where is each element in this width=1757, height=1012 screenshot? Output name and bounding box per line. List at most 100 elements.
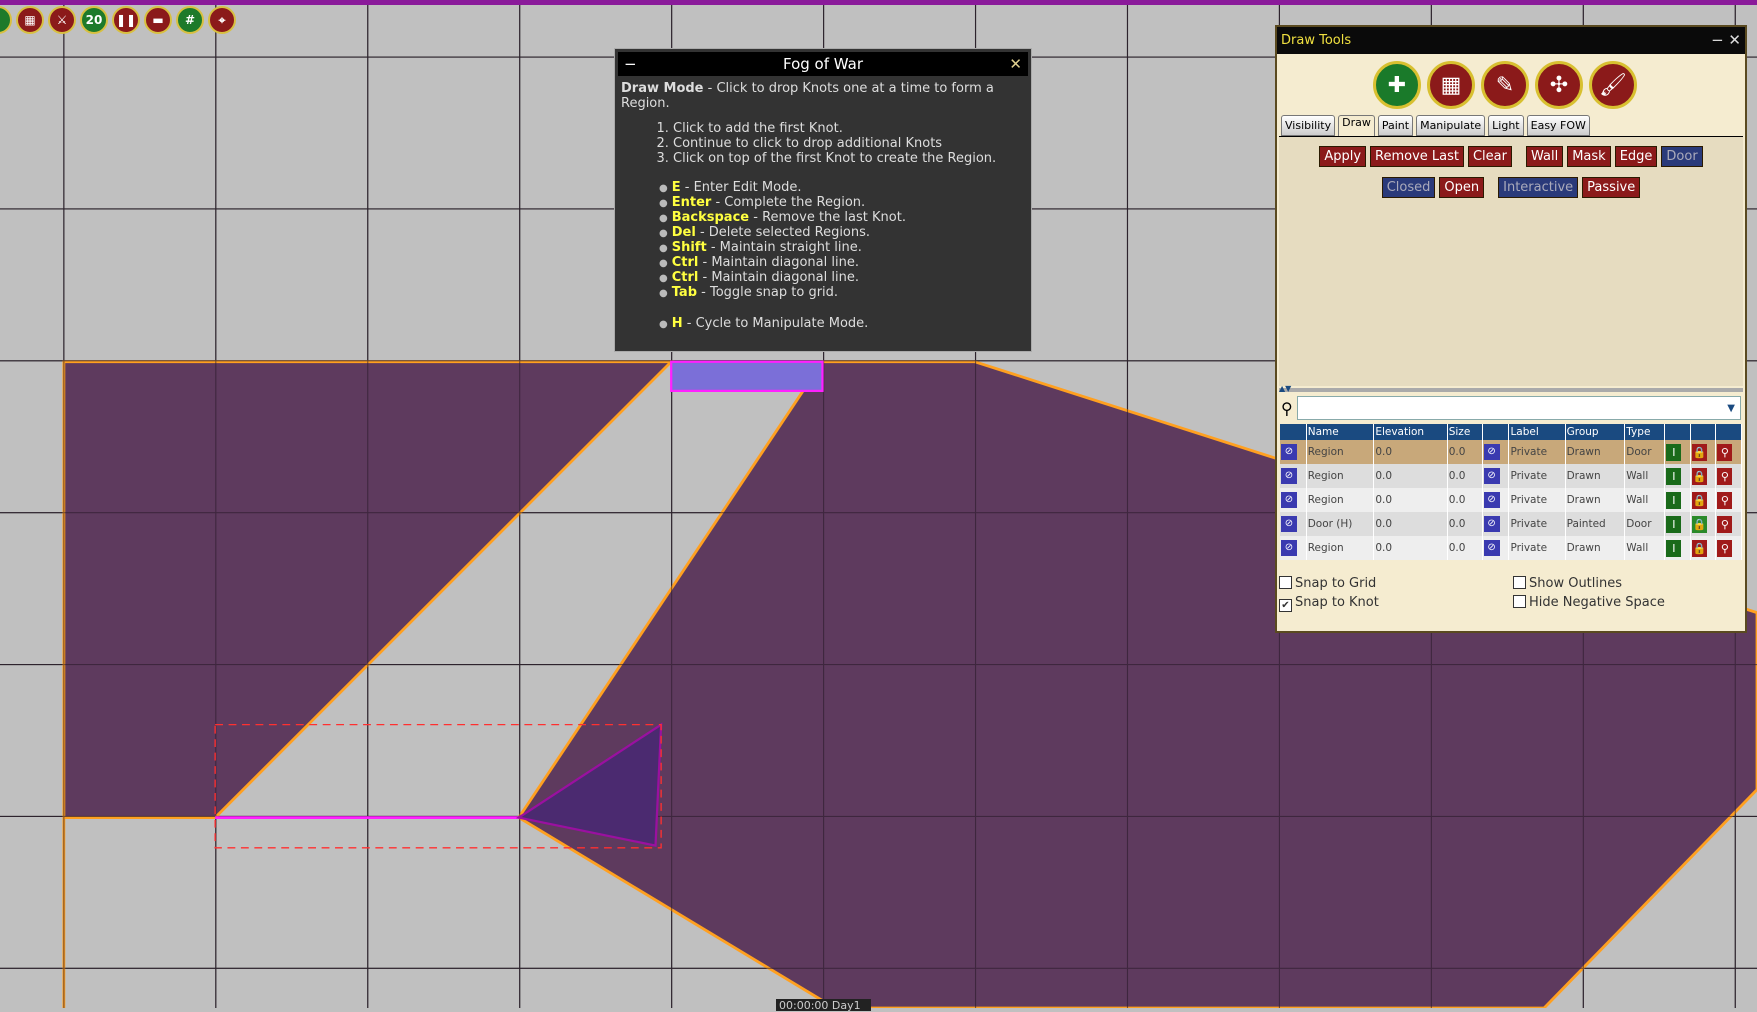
brush-icon[interactable]: 🖌	[1589, 61, 1637, 109]
unlock-icon[interactable]: 🔒	[1691, 515, 1707, 533]
info-icon[interactable]: I	[1666, 539, 1682, 557]
zoom-icon[interactable]: ⚲	[1717, 515, 1733, 533]
tab-light[interactable]: Light	[1488, 115, 1524, 136]
info-icon[interactable]: I	[1666, 467, 1682, 485]
column-header[interactable]	[1280, 424, 1307, 440]
cell-label: Private	[1508, 488, 1566, 512]
column-header[interactable]: Type	[1624, 424, 1666, 440]
hidden-eye-icon[interactable]: ⊘	[1483, 540, 1500, 556]
lock-icon[interactable]: 🔒	[1691, 467, 1707, 485]
open-button[interactable]: Open	[1439, 177, 1485, 198]
table-row[interactable]: ⊘ Door (H) 0.0 0.0 ⊘ Private Painted Door I 🔒 ⚲	[1280, 512, 1742, 536]
column-header[interactable]	[1482, 424, 1510, 440]
interactive-button[interactable]: Interactive	[1498, 177, 1579, 198]
checkbox[interactable]	[1513, 595, 1526, 608]
add-region-icon[interactable]: ✚	[1373, 61, 1421, 109]
hidden-eye-icon[interactable]: ⊘	[1483, 468, 1500, 484]
draw-edit-icon[interactable]: ✎	[1481, 61, 1529, 109]
table-row[interactable]: ⊘ Region 0.0 0.0 ⊘ Private Drawn Wall I 🔒 ⚲	[1280, 536, 1742, 560]
green-icon[interactable]	[0, 6, 12, 34]
info-icon[interactable]: I	[1666, 515, 1682, 533]
lock-icon[interactable]: 🔒	[1691, 491, 1707, 509]
info-icon[interactable]: I	[1666, 443, 1682, 461]
table-row[interactable]: ⊘ Region 0.0 0.0 ⊘ Private Drawn Door I 🔒 ⚲	[1280, 440, 1742, 464]
column-header[interactable]: Elevation	[1373, 424, 1448, 440]
zoom-icon[interactable]: ⚲	[1717, 443, 1733, 461]
door-button[interactable]: Door	[1661, 146, 1703, 167]
column-header[interactable]: Name	[1306, 424, 1375, 440]
close-icon[interactable]: ✕	[1009, 52, 1022, 76]
door-region[interactable]	[670, 360, 824, 393]
top-bar	[0, 0, 1757, 5]
d20-icon[interactable]: 20	[80, 6, 108, 34]
column-header[interactable]	[1664, 424, 1691, 440]
crossed-swords-icon[interactable]: ⚔	[48, 6, 76, 34]
minimize-icon[interactable]: −	[1711, 31, 1724, 49]
checkbox-label: Snap to Grid	[1295, 576, 1377, 591]
checkbox-snap-to-grid[interactable]: Snap to Grid	[1277, 576, 1511, 591]
search-input[interactable]	[1296, 396, 1741, 420]
close-icon[interactable]: ✕	[1728, 31, 1741, 49]
wall-button[interactable]: Wall	[1525, 146, 1564, 167]
checkbox[interactable]: ✔	[1279, 599, 1292, 612]
lock-icon[interactable]: 🔒	[1691, 443, 1707, 461]
ruler-icon[interactable]: ▬	[144, 6, 172, 34]
column-header[interactable]	[1715, 424, 1742, 440]
grid-icon[interactable]: #	[176, 6, 204, 34]
info-icon[interactable]: I	[1666, 491, 1682, 509]
grid-select-icon[interactable]: ▦	[1427, 61, 1475, 109]
hidden-eye-icon[interactable]: ⊘	[1281, 492, 1297, 508]
column-header[interactable]: Label	[1508, 424, 1566, 440]
clear-button[interactable]: Clear	[1467, 146, 1512, 167]
shortcut-item: H - Cycle to Manipulate Mode.	[659, 316, 1031, 331]
checkbox-hide-negative-space[interactable]: Hide Negative Space	[1511, 595, 1741, 612]
apply-button[interactable]: Apply	[1319, 146, 1367, 167]
remove-last-button[interactable]: Remove Last	[1370, 146, 1464, 167]
hidden-eye-icon[interactable]: ⊘	[1281, 516, 1297, 532]
shortcut-key: Backspace	[671, 210, 750, 225]
hidden-eye-icon[interactable]: ⊘	[1281, 468, 1297, 484]
splitter-handle[interactable]: ▲▼	[1279, 385, 1743, 393]
table-row[interactable]: ⊘ Region 0.0 0.0 ⊘ Private Drawn Wall I 🔒 ⚲	[1280, 464, 1742, 488]
passive-button[interactable]: Passive	[1582, 177, 1641, 198]
paint-tiles-icon[interactable]: ✣	[1535, 61, 1583, 109]
table-row[interactable]: ⊘ Region 0.0 0.0 ⊘ Private Drawn Wall I 🔒 ⚲	[1280, 488, 1742, 512]
minimize-icon[interactable]: −	[624, 52, 637, 76]
checkbox-label: Show Outlines	[1529, 576, 1623, 591]
tab-draw[interactable]: Draw	[1338, 115, 1375, 136]
hidden-eye-icon[interactable]: ⊘	[1483, 516, 1500, 532]
zoom-icon[interactable]: ⚲	[1717, 491, 1733, 509]
grid-arrow-icon[interactable]: ▦	[16, 6, 44, 34]
tab-visibility[interactable]: Visibility	[1281, 115, 1336, 136]
zoom-icon[interactable]: ⚲	[1717, 539, 1733, 557]
lock-icon[interactable]: 🔒	[1691, 539, 1707, 557]
checkbox[interactable]	[1279, 576, 1292, 589]
checkbox-snap-to-knot[interactable]: ✔ Snap to Knot	[1277, 595, 1511, 612]
hidden-eye-icon[interactable]: ⊘	[1483, 492, 1500, 508]
fog-title-bar[interactable]: − Fog of War ✕	[618, 52, 1028, 76]
edge-button[interactable]: Edge	[1614, 146, 1658, 167]
shortcut-desc: - Toggle snap to grid.	[697, 285, 839, 300]
tab-easy-fow[interactable]: Easy FOW	[1526, 115, 1590, 136]
checkbox-show-outlines[interactable]: Show Outlines	[1511, 576, 1741, 591]
hidden-eye-icon[interactable]: ⊘	[1281, 540, 1297, 556]
cell-label: Private	[1508, 440, 1566, 464]
dropdown-chevron-icon[interactable]: ▼	[1727, 403, 1735, 414]
map-pin-icon[interactable]: ⌖	[208, 6, 236, 34]
hidden-eye-icon[interactable]: ⊘	[1483, 444, 1500, 460]
column-header[interactable]: Size	[1447, 424, 1483, 440]
column-header[interactable]: Group	[1565, 424, 1626, 440]
cell-size: 0.0	[1447, 440, 1483, 464]
closed-button[interactable]: Closed	[1381, 177, 1436, 198]
search-icon: ⚲	[1281, 398, 1293, 418]
tab-manipulate[interactable]: Manipulate	[1416, 115, 1486, 136]
pause-icon[interactable]: ❚❚	[112, 6, 140, 34]
column-header[interactable]	[1690, 424, 1717, 440]
hidden-eye-icon[interactable]: ⊘	[1281, 444, 1297, 460]
tab-paint[interactable]: Paint	[1377, 115, 1414, 136]
draw-tools-title-bar[interactable]: Draw Tools − ✕	[1277, 27, 1745, 54]
steps-list: Click to add the first Knot.Continue to …	[615, 121, 1031, 166]
zoom-icon[interactable]: ⚲	[1717, 467, 1733, 485]
checkbox[interactable]	[1513, 576, 1526, 589]
mask-button[interactable]: Mask	[1567, 146, 1611, 167]
